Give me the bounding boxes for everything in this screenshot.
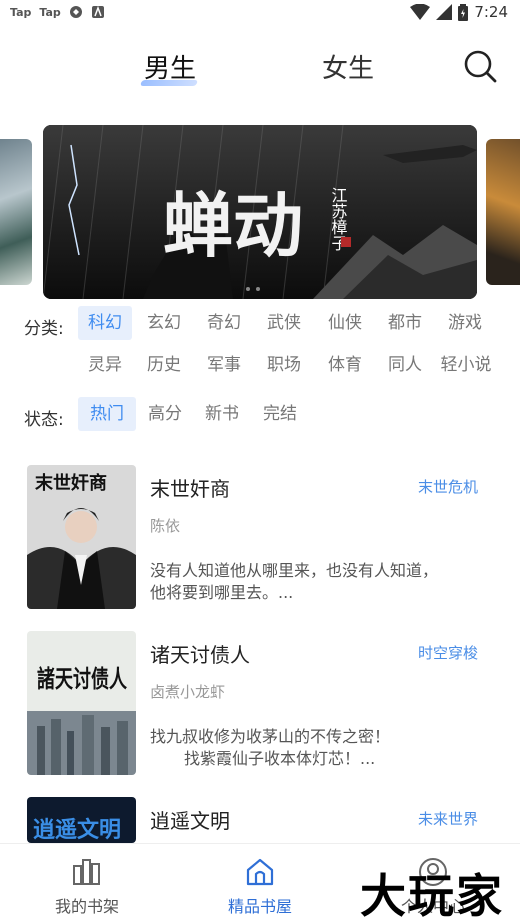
category-filter-row-1: 分类: 科幻 玄幻 奇幻 武侠 仙侠 都市 游戏 bbox=[0, 306, 520, 342]
category-chip-military[interactable]: 军事 bbox=[197, 348, 251, 382]
book-list-item[interactable]: 諸天讨债人 诸天讨债人 时空穿梭 卤煮小龙虾 找九叔收修为收茅山的不传之密！ 找… bbox=[0, 631, 520, 781]
book-cover-title: 諸天讨债人 bbox=[37, 664, 127, 693]
book-title[interactable]: 诸天讨债人 bbox=[150, 639, 250, 668]
store-icon bbox=[246, 858, 274, 886]
status-chip-new[interactable]: 新书 bbox=[195, 397, 249, 431]
tab-female[interactable]: 女生 bbox=[322, 48, 374, 85]
book-cover[interactable]: 末世奸商 bbox=[27, 465, 136, 609]
wifi-icon bbox=[410, 4, 431, 20]
banner-title-text: 蝉动 bbox=[163, 184, 303, 267]
book-description-line: 没有人知道他从哪里来，也没有人知道， bbox=[150, 561, 439, 580]
bookshelf-icon bbox=[73, 859, 100, 885]
book-cover-art: 末世奸商 bbox=[27, 465, 136, 609]
status-app-label-1: Tap bbox=[10, 5, 32, 19]
banner-main-slide[interactable]: 蝉动 江苏樟子 bbox=[43, 125, 477, 299]
status-chip-high-score[interactable]: 高分 bbox=[138, 397, 192, 431]
category-chip-supernatural[interactable]: 灵异 bbox=[78, 348, 132, 382]
status-time: 7:24 bbox=[474, 3, 508, 21]
tab-male[interactable]: 男生 bbox=[144, 48, 196, 85]
status-chip-hot[interactable]: 热门 bbox=[78, 397, 136, 431]
category-chip-fantasy[interactable]: 奇幻 bbox=[197, 306, 251, 340]
book-list-item[interactable]: 逍遥文明 逍遥文明 未来世界 bbox=[0, 797, 520, 843]
category-chip-sports[interactable]: 体育 bbox=[318, 348, 372, 382]
battery-icon bbox=[458, 3, 469, 21]
book-cover[interactable]: 逍遥文明 bbox=[27, 797, 136, 843]
book-description-line: 找九叔收修为收茅山的不传之密！ bbox=[150, 727, 391, 746]
category-label: 分类: bbox=[24, 319, 64, 339]
category-chip-xuanhuan[interactable]: 玄幻 bbox=[137, 306, 191, 340]
book-author: 卤煮小龙虾 bbox=[150, 683, 226, 701]
book-list-item[interactable]: 末世奸商 末世奸商 末世危机 陈依 没有人知道他从哪里来，也没有人知道， 他将要… bbox=[0, 465, 520, 615]
sync-icon bbox=[69, 6, 82, 18]
signal-icon bbox=[436, 4, 453, 20]
book-genre-tag[interactable]: 时空穿梭 bbox=[418, 642, 478, 663]
status-filter-row: 状态: 热门 高分 新书 完结 bbox=[0, 397, 520, 433]
nav-store[interactable]: 精品书屋 bbox=[200, 844, 320, 924]
category-chip-scifi[interactable]: 科幻 bbox=[78, 306, 132, 340]
banner-pagination bbox=[246, 287, 260, 291]
nav-label: 精品书屋 bbox=[227, 897, 292, 916]
banner-dot bbox=[246, 287, 250, 291]
app-notification-icon bbox=[91, 5, 104, 18]
book-title[interactable]: 末世奸商 bbox=[150, 473, 230, 502]
nav-bookshelf[interactable]: 我的书架 bbox=[27, 844, 147, 924]
header: 男生 女生 bbox=[0, 38, 520, 98]
status-bar-left: Tap Tap bbox=[10, 5, 105, 19]
banner-carousel[interactable]: 蝉动 江苏樟子 bbox=[0, 125, 520, 299]
category-chip-fanfic[interactable]: 同人 bbox=[378, 348, 432, 382]
book-author: 陈依 bbox=[150, 517, 181, 535]
watermark-text: 大玩家 bbox=[360, 869, 504, 923]
status-app-label-2: Tap bbox=[39, 5, 61, 19]
category-chip-history[interactable]: 历史 bbox=[137, 348, 191, 382]
category-chip-workplace[interactable]: 职场 bbox=[257, 348, 311, 382]
banner-artwork: 蝉动 江苏樟子 bbox=[43, 125, 477, 299]
status-chip-finished[interactable]: 完结 bbox=[253, 397, 307, 431]
banner-dot bbox=[256, 287, 260, 291]
search-icon[interactable] bbox=[462, 48, 498, 84]
category-chip-xianxia[interactable]: 仙侠 bbox=[318, 306, 372, 340]
book-description-line: 找紫霞仙子收本体灯芯！... bbox=[184, 749, 376, 768]
banner-next-slide[interactable] bbox=[486, 139, 520, 285]
category-chip-wuxia[interactable]: 武侠 bbox=[257, 306, 311, 340]
book-cover-title: 逍遥文明 bbox=[33, 817, 121, 843]
book-genre-tag[interactable]: 未来世界 bbox=[418, 808, 478, 829]
category-chip-urban[interactable]: 都市 bbox=[378, 306, 432, 340]
category-chip-light-novel[interactable]: 轻小说 bbox=[436, 348, 496, 382]
status-bar: Tap Tap 7:24 bbox=[0, 0, 520, 28]
book-description: 找九叔收修为收茅山的不传之密！ 找紫霞仙子收本体灯芯！... bbox=[150, 726, 480, 770]
book-description-line: 他将要到哪里去。... bbox=[150, 583, 294, 602]
category-filter-row-2: 灵异 历史 军事 职场 体育 同人 轻小说 bbox=[0, 348, 520, 384]
nav-label: 我的书架 bbox=[54, 897, 119, 916]
banner-prev-slide[interactable] bbox=[0, 139, 32, 285]
status-bar-right: 7:24 bbox=[410, 3, 508, 21]
book-genre-tag[interactable]: 末世危机 bbox=[418, 476, 478, 497]
book-cover-art: 逍遥文明 bbox=[27, 797, 136, 843]
book-description: 没有人知道他从哪里来，也没有人知道， 他将要到哪里去。... bbox=[150, 560, 480, 604]
category-chip-game[interactable]: 游戏 bbox=[438, 306, 492, 340]
status-label: 状态: bbox=[24, 410, 64, 430]
book-title[interactable]: 逍遥文明 bbox=[150, 805, 230, 834]
book-cover[interactable]: 諸天讨债人 bbox=[27, 631, 136, 775]
book-cover-art: 諸天讨债人 bbox=[27, 631, 136, 775]
book-cover-title: 末世奸商 bbox=[35, 472, 107, 494]
